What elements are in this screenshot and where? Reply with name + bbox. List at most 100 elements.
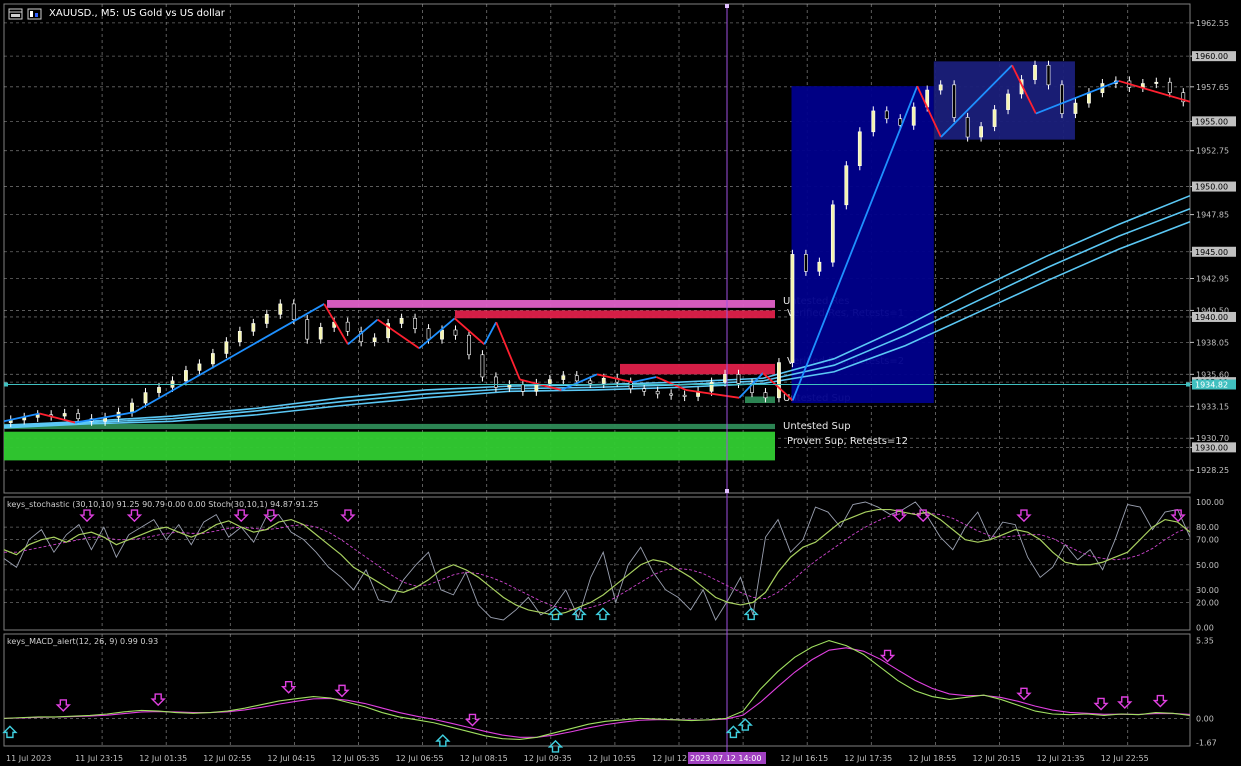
candle-body <box>952 84 957 118</box>
candle-body <box>601 377 606 384</box>
sr-zone <box>327 300 775 308</box>
y-tick-label: 1930.70 <box>1196 434 1229 443</box>
price-tag-label: 1930.00 <box>1195 443 1228 452</box>
current-price-marker-right <box>1186 382 1190 387</box>
y-tick-label: 1928.25 <box>1196 466 1229 475</box>
stoch-main-line <box>3 508 1191 616</box>
candle-body <box>345 321 350 332</box>
stoch-tick-label: 50.00 <box>1196 561 1219 570</box>
stoch-sell-arrow-icon <box>1016 509 1032 523</box>
candle-body <box>130 402 134 413</box>
y-tick-label: 1938.05 <box>1196 338 1229 347</box>
candle-body <box>184 370 188 382</box>
candle-body <box>830 204 835 263</box>
candle-body <box>251 323 256 332</box>
macd-buy-arrow-icon <box>435 734 451 747</box>
range-box <box>791 86 934 404</box>
x-tick-label: 12 Jul 04:15 <box>267 754 315 763</box>
chart-window[interactable]: XAUUSD., M5: US Gold vs US dollar 11 Jul… <box>0 0 1241 766</box>
zigzag-segment <box>418 317 456 349</box>
panel-frame-1 <box>3 496 1191 631</box>
macd-title: keys_MACD_alert(12, 26, 9) 0.99 0.93 <box>7 637 158 646</box>
x-tick-label: 12 Jul 22:55 <box>1101 754 1149 763</box>
zigzag-segment <box>377 318 420 349</box>
price-tag-label: 1945.00 <box>1195 248 1228 257</box>
candle-body <box>817 261 822 272</box>
candle-body <box>965 117 970 138</box>
candle-body <box>224 341 229 354</box>
zigzag-segment <box>3 412 40 423</box>
sr-zone <box>4 431 775 461</box>
sr-zone <box>620 363 775 375</box>
candle-body <box>372 337 377 343</box>
stoch-tick-label: 100.00 <box>1196 498 1224 507</box>
candle-body <box>884 110 889 120</box>
candle-body <box>1060 84 1064 114</box>
stoch-sell-arrow-icon <box>126 509 143 523</box>
candle-body <box>210 353 215 365</box>
candle-body <box>480 354 485 378</box>
macd-tick-label: 0.00 <box>1196 714 1214 723</box>
price-tag-label: 1940.00 <box>1195 313 1228 322</box>
candle-body <box>1154 81 1159 84</box>
candle-body <box>1073 102 1078 114</box>
chart-menu-icon[interactable] <box>8 8 23 20</box>
candle-body <box>736 374 741 384</box>
y-tick-label: 1947.85 <box>1196 211 1229 220</box>
x-tick-label: 12 Jul 09:35 <box>524 754 572 763</box>
zigzag-segment <box>134 303 325 413</box>
candle-body <box>979 126 984 138</box>
sr-zone <box>745 396 775 404</box>
candle-body <box>790 254 795 363</box>
x-tick-label: 12 Jul 18:55 <box>908 754 956 763</box>
macd-sell-arrow-icon <box>280 681 297 694</box>
candle-body <box>318 327 323 340</box>
x-tick-label: 12 Jul 10:55 <box>588 754 636 763</box>
candle-body <box>62 413 67 417</box>
zone-label: Proven Sup, Retests=12 <box>787 436 908 447</box>
candle-body <box>547 379 552 384</box>
x-tick-label: 12 Jul 02:55 <box>203 754 251 763</box>
price-tag-label: 1934.82 <box>1195 381 1228 390</box>
candle-body <box>763 392 768 399</box>
y-tick-label: 1933.15 <box>1196 402 1229 411</box>
stoch-sell-arrow-icon <box>79 509 95 523</box>
candle-body <box>574 375 579 382</box>
candle-body <box>426 328 431 340</box>
x-tick-label: 11 Jul 2023 <box>6 754 51 763</box>
macd-sell-arrow-icon <box>1152 694 1169 708</box>
y-tick-label: 1952.75 <box>1196 147 1229 156</box>
zigzag-segment <box>483 321 497 345</box>
x-tick-label: 12 Jul 01:35 <box>139 754 187 763</box>
candle-body <box>399 317 404 324</box>
candle-body <box>561 375 566 380</box>
panel-frame-2 <box>3 633 1191 747</box>
candle-body <box>35 414 40 418</box>
candle-body <box>669 393 674 396</box>
candle-body <box>440 329 444 340</box>
candle-body <box>777 362 781 399</box>
x-tick-label: 11 Jul 23:15 <box>75 754 123 763</box>
chart-canvas[interactable]: 11 Jul 2023 11 Jul 23:15 12 Jul 01:35 12 Ju… <box>0 0 1241 766</box>
macd-tick-label: -1.67 <box>1196 739 1217 748</box>
symbol-title: XAUUSD., M5: US Gold vs US dollar <box>49 8 225 19</box>
candle-body <box>237 331 242 343</box>
candle-body <box>709 381 714 392</box>
candle-body <box>938 84 943 91</box>
stoch-tick-label: 70.00 <box>1196 536 1219 545</box>
y-tick-label: 1962.55 <box>1196 19 1229 28</box>
stoch-tick-label: 30.00 <box>1196 586 1219 595</box>
candle-body <box>413 317 417 329</box>
chart-type-icon[interactable] <box>27 8 42 20</box>
stoch-tick-label: 20.00 <box>1196 598 1219 607</box>
zigzag-segment <box>39 412 76 424</box>
candle-body <box>871 110 876 133</box>
moving-average-line <box>3 221 1191 429</box>
candle-body <box>642 388 647 392</box>
price-tag-label: 1960.00 <box>1195 52 1228 61</box>
macd-buy-arrow-icon <box>2 725 18 739</box>
y-tick-label: 1942.95 <box>1196 274 1229 283</box>
candle-body <box>76 413 81 419</box>
candle-body <box>305 319 310 340</box>
candle-body <box>1006 93 1010 110</box>
